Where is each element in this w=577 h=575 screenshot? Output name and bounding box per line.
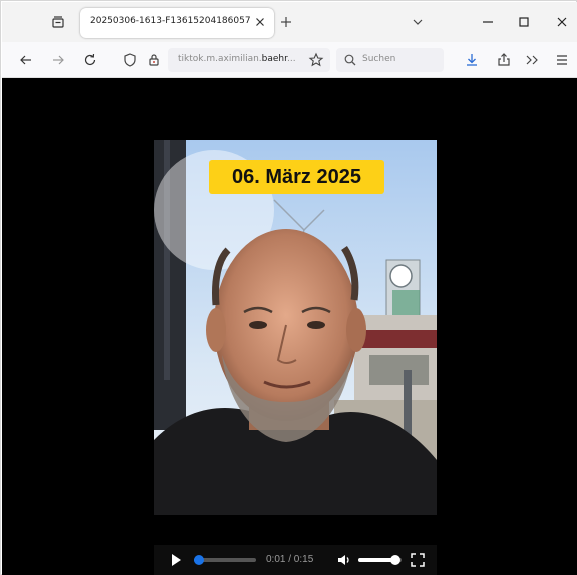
volume-thumb[interactable] (390, 555, 400, 565)
reload-icon[interactable] (82, 52, 98, 68)
time-display: 0:01 / 0:15 (266, 554, 314, 565)
seek-bar[interactable] (194, 555, 256, 565)
tab-active[interactable]: 20250306-1613-F1361520418605779 (80, 8, 274, 38)
download-icon[interactable] (464, 52, 480, 68)
share-icon[interactable] (496, 52, 512, 68)
video-controls: 0:01 / 0:15 (154, 545, 437, 575)
chevron-down-icon[interactable] (410, 14, 426, 30)
star-icon[interactable] (308, 52, 324, 68)
tab-title: 20250306-1613-F1361520418605779 (90, 16, 250, 26)
url-host: baehr (261, 54, 288, 64)
menu-icon[interactable] (554, 52, 570, 68)
url-suffix: ... (287, 54, 296, 64)
new-tab-icon[interactable] (278, 14, 294, 30)
volume-icon[interactable] (336, 552, 352, 568)
lock-icon[interactable] (146, 52, 162, 68)
overflow-icon[interactable] (524, 52, 540, 68)
close-icon[interactable] (554, 14, 570, 30)
search-icon (342, 52, 358, 68)
play-icon[interactable] (168, 552, 184, 568)
navigation-bar: tiktok.m.aximilian.baehr... Suchen (2, 42, 577, 78)
video-player[interactable]: 06. März 2025 (154, 140, 437, 515)
tab-strip: 20250306-1613-F1361520418605779 (2, 2, 577, 42)
search-box[interactable]: Suchen (336, 48, 444, 72)
back-icon[interactable] (18, 52, 34, 68)
page-content: 06. März 2025 0:01 / 0:15 (2, 78, 577, 575)
shield-icon[interactable] (122, 52, 138, 68)
minimize-icon[interactable] (480, 14, 496, 30)
forward-icon[interactable] (50, 52, 66, 68)
browser-window: 20250306-1613-F1361520418605779 tiktok.m… (0, 0, 577, 575)
search-placeholder: Suchen (362, 54, 396, 64)
url-bar[interactable]: tiktok.m.aximilian.baehr... (168, 48, 330, 72)
date-caption: 06. März 2025 (209, 160, 384, 194)
volume-slider[interactable] (358, 555, 402, 565)
tab-list-icon[interactable] (50, 14, 66, 30)
fullscreen-icon[interactable] (410, 552, 426, 568)
url-text: tiktok.m.aximilian.baehr... (178, 54, 298, 64)
close-icon[interactable] (252, 14, 268, 30)
seek-thumb[interactable] (194, 555, 204, 565)
video-frame (154, 140, 437, 515)
maximize-icon[interactable] (516, 14, 532, 30)
url-prefix: tiktok.m.aximilian. (178, 54, 262, 64)
